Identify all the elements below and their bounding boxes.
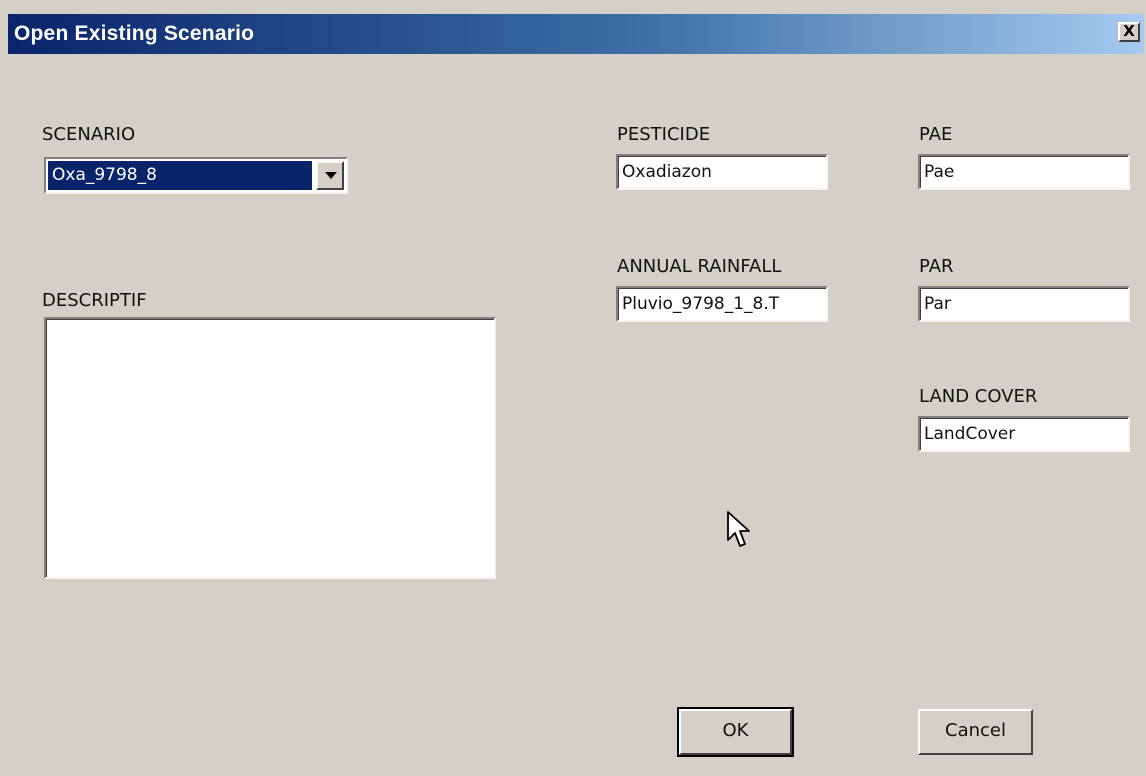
pae-label: PAE: [919, 124, 953, 145]
par-label: PAR: [919, 256, 954, 277]
scenario-selected-value[interactable]: Oxa_9798_8: [48, 161, 312, 190]
mouse-pointer-icon: [727, 511, 750, 547]
close-icon: X: [1123, 22, 1135, 40]
land-cover-label: LAND COVER: [919, 386, 1038, 407]
ok-button[interactable]: OK: [677, 707, 794, 757]
land-cover-field[interactable]: LandCover: [918, 416, 1130, 452]
close-button[interactable]: X: [1118, 22, 1140, 42]
window-title: Open Existing Scenario: [14, 22, 255, 45]
pesticide-field[interactable]: Oxadiazon: [616, 154, 828, 190]
descriptif-textarea[interactable]: [44, 317, 496, 579]
cancel-button[interactable]: Cancel: [918, 709, 1033, 755]
chevron-down-icon: [325, 172, 337, 179]
pae-field[interactable]: Pae: [918, 154, 1130, 190]
pesticide-label: PESTICIDE: [617, 124, 711, 145]
annual-rainfall-label: ANNUAL RAINFALL: [617, 256, 782, 277]
scenario-dropdown-button[interactable]: [316, 161, 344, 190]
scenario-label: SCENARIO: [42, 124, 136, 145]
title-bar[interactable]: Open Existing Scenario X: [8, 14, 1144, 54]
descriptif-label: DESCRIPTIF: [42, 290, 147, 311]
par-field[interactable]: Par: [918, 286, 1130, 322]
annual-rainfall-field[interactable]: Pluvio_9798_1_8.T: [616, 286, 828, 322]
scenario-dropdown[interactable]: Oxa_9798_8: [44, 157, 348, 194]
open-existing-scenario-dialog: Open Existing Scenario X SCENARIO Oxa_97…: [0, 0, 1146, 776]
